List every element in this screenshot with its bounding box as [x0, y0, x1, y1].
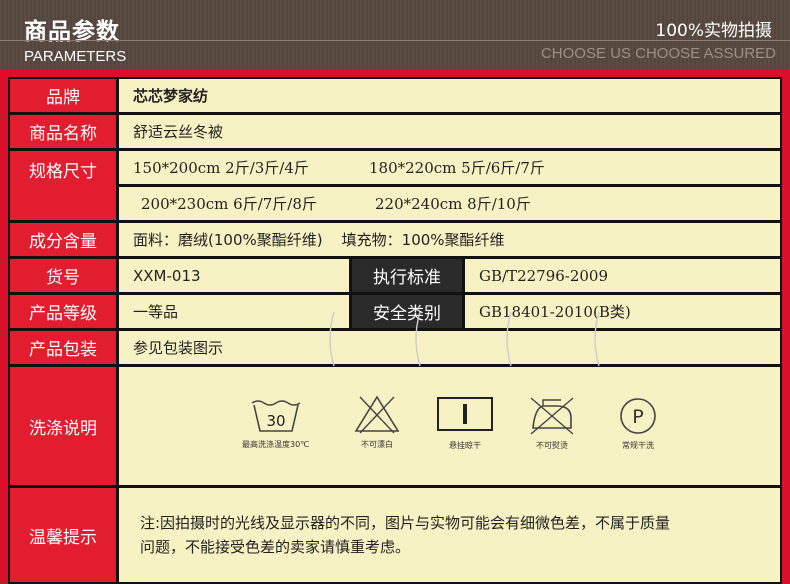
dry-clean-letter: P [632, 406, 643, 428]
divider-icon [506, 311, 512, 367]
header-banner: 商品参数 PARAMETERS 100%实物拍摄 CHOOSE US CHOOS… [0, 0, 790, 70]
safety-label: 安全类别 [352, 295, 462, 328]
package-label: 产品包装 [10, 331, 116, 364]
size-row-1: 150*200cm 2斤/3斤/4斤 180*220cm 5斤/6斤/7斤 [119, 151, 780, 184]
page: 商品参数 PARAMETERS 100%实物拍摄 CHOOSE US CHOOS… [0, 0, 790, 584]
tips-label: 温馨提示 [10, 488, 116, 582]
grade-label: 产品等级 [10, 295, 116, 328]
size-label: 规格尺寸 [10, 151, 116, 220]
dry-clean-icon: P [620, 398, 656, 434]
sku-value: XXM-013 [119, 259, 349, 292]
tips-line-1: 注:因拍摄时的光线及显示器的不同，图片与实物可能会有细微色差，不属于质量 [140, 514, 671, 532]
no-iron-icon [530, 397, 574, 435]
wash-item-hang-dry: 悬挂晾干 [436, 396, 494, 451]
wash-item-30: 30 最高洗涤温度30℃ [242, 395, 309, 450]
grade-value: 一等品 [119, 295, 349, 328]
wash-caption-no-iron: 不可熨烫 [536, 441, 568, 450]
wash-30-icon: 30 [251, 400, 300, 432]
divider-icon [415, 311, 421, 367]
wash-caption-hang-dry: 悬挂晾干 [449, 441, 481, 450]
size-1a: 150*200cm 2斤/3斤/4斤 [133, 159, 309, 177]
wash-caption-no-bleach: 不可漂白 [361, 440, 393, 449]
hang-dry-icon [437, 397, 493, 431]
standard-label: 执行标准 [352, 259, 462, 292]
wash-item-no-bleach: 不可漂白 [352, 393, 402, 450]
tips-text: 注:因拍摄时的光线及显示器的不同，图片与实物可能会有细微色差，不属于质量 问题，… [119, 488, 780, 582]
size-2b: 220*240cm 8斤/10斤 [375, 195, 531, 213]
divider-icon [329, 311, 335, 367]
composition-label: 成分含量 [10, 223, 116, 256]
no-bleach-icon [354, 395, 400, 434]
header-right-top: 100%实物拍摄 [655, 21, 772, 41]
wash-item-dry-clean: P 常规干洗 [617, 396, 659, 451]
package-value: 参见包装图示 [119, 331, 780, 364]
size-row-2: 200*230cm 6斤/7斤/8斤 220*240cm 8斤/10斤 [119, 187, 780, 220]
parameters-table: 品牌 芯芯梦家纺 商品名称 舒适云丝冬被 规格尺寸 150*200cm 2斤/3… [8, 77, 782, 584]
brand-label: 品牌 [10, 79, 116, 112]
brand-value: 芯芯梦家纺 [119, 79, 780, 112]
divider-icon [594, 311, 600, 367]
composition-value: 面料：磨绒(100%聚酯纤维) 填充物：100%聚酯纤维 [119, 223, 780, 256]
wash-item-no-iron: 不可熨烫 [527, 394, 577, 451]
header-subtitle: PARAMETERS [24, 48, 127, 65]
size-1b: 180*220cm 5斤/6斤/7斤 [369, 159, 545, 177]
wash-caption-dry-clean: 常规干洗 [622, 441, 654, 450]
standard-value: GB/T22796-2009 [465, 259, 780, 292]
size-2a: 200*230cm 6斤/7斤/8斤 [141, 195, 317, 213]
tips-line-2: 问题，不能接受色差的卖家请慎重考虑。 [140, 538, 411, 556]
wash-label: 洗涤说明 [10, 367, 116, 485]
name-value: 舒适云丝冬被 [119, 115, 780, 148]
wash-temp-text: 30 [266, 412, 285, 430]
sku-label: 货号 [10, 259, 116, 292]
name-label: 商品名称 [10, 115, 116, 148]
wash-caption-30: 最高洗涤温度30℃ [242, 440, 310, 449]
header-right-bottom: CHOOSE US CHOOSE ASSURED [540, 45, 776, 62]
